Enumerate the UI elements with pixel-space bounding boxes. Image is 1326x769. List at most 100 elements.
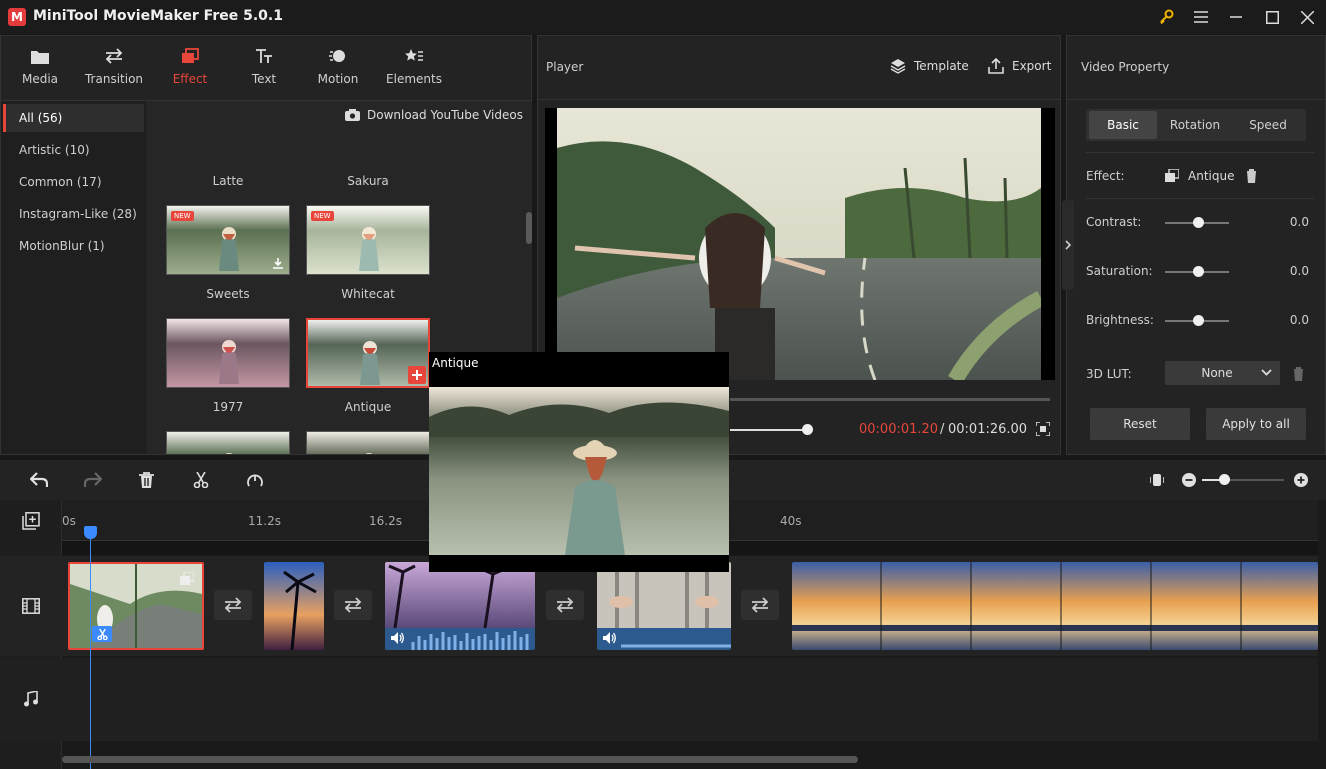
category-motionblur[interactable]: MotionBlur (1)	[3, 232, 144, 260]
minimize-icon[interactable]	[1221, 4, 1251, 30]
video-clip-with-audio[interactable]	[597, 562, 731, 650]
property-title: Video Property	[1081, 60, 1170, 74]
ruler-label: 11.2s	[248, 514, 281, 528]
add-effect-icon[interactable]	[408, 366, 426, 384]
contrast-knob[interactable]	[1193, 217, 1204, 228]
tab-effect[interactable]: Effect	[153, 44, 227, 96]
category-common[interactable]: Common (17)	[3, 168, 144, 196]
tab-rotation[interactable]: Rotation	[1159, 111, 1231, 139]
effect-value: Antique	[1188, 169, 1235, 183]
chevron-right-icon	[1065, 240, 1071, 250]
split-marker-icon[interactable]	[92, 626, 112, 642]
tab-speed[interactable]: Speed	[1233, 111, 1303, 139]
app-title: MiniTool MovieMaker Free 5.0.1	[33, 8, 283, 24]
effect-applied-icon	[180, 572, 194, 585]
audio-track	[0, 658, 1318, 741]
speed-gauge-icon[interactable]	[246, 472, 264, 488]
video-clip[interactable]	[68, 562, 204, 650]
effect-thumb-latte[interactable]: NEW	[166, 205, 290, 275]
lut-label: 3D LUT:	[1086, 367, 1132, 381]
delete-effect-icon[interactable]	[1245, 169, 1258, 183]
lut-select[interactable]: None	[1165, 361, 1280, 385]
add-track-icon[interactable]	[22, 512, 40, 530]
category-artistic[interactable]: Artistic (10)	[3, 136, 144, 164]
saturation-knob[interactable]	[1193, 266, 1204, 277]
category-instagram-like[interactable]: Instagram-Like (28)	[3, 200, 144, 228]
video-clip[interactable]	[264, 562, 324, 650]
video-clip[interactable]	[792, 562, 1318, 650]
trash-icon[interactable]	[139, 472, 154, 488]
contrast-label: Contrast:	[1086, 215, 1142, 229]
download-icon[interactable]	[273, 258, 283, 269]
redo-icon[interactable]	[84, 472, 102, 488]
effect-thumb-sakura[interactable]: NEW	[306, 205, 430, 275]
total-time: 00:01:26.00	[948, 422, 1028, 437]
volume-track[interactable]	[730, 429, 804, 431]
effects-scrollbar[interactable]	[526, 212, 532, 244]
effect-thumb-whitecat[interactable]	[306, 318, 430, 388]
transition-slot[interactable]	[214, 590, 252, 620]
brightness-value: 0.0	[1289, 313, 1309, 327]
tab-basic[interactable]: Basic	[1089, 111, 1157, 139]
delete-lut-icon[interactable]	[1292, 367, 1305, 381]
video-clip-with-audio[interactable]	[385, 562, 535, 650]
tab-transition[interactable]: Transition	[77, 44, 151, 96]
template-label: Template	[914, 59, 969, 73]
effect-layers-icon	[181, 44, 199, 68]
scissors-icon[interactable]	[193, 472, 209, 488]
fullscreen-icon[interactable]	[1036, 422, 1050, 436]
transition-arrows-icon	[556, 597, 574, 613]
playback-progress[interactable]	[730, 398, 1050, 401]
ruler-label: 40s	[780, 514, 802, 528]
maximize-icon[interactable]	[1257, 4, 1287, 30]
collapse-panel-handle[interactable]	[1062, 200, 1074, 290]
transition-arrows-icon	[751, 597, 769, 613]
motion-icon	[329, 44, 347, 68]
video-preview[interactable]	[545, 108, 1055, 380]
brightness-knob[interactable]	[1193, 315, 1204, 326]
transition-slot[interactable]	[546, 590, 584, 620]
volume-icon[interactable]	[391, 632, 404, 644]
effect-thumb-antique[interactable]	[306, 431, 430, 454]
effect-thumb-1977[interactable]	[166, 431, 290, 454]
zoom-knob[interactable]	[1219, 474, 1230, 485]
undo-icon[interactable]	[30, 472, 48, 488]
effect-thumb-sweets[interactable]	[166, 318, 290, 388]
transition-arrows-icon	[344, 597, 362, 613]
category-all[interactable]: All (56)	[3, 104, 144, 132]
zoom-in-icon[interactable]	[1294, 473, 1308, 487]
tab-motion[interactable]: Motion	[301, 44, 375, 96]
new-badge: NEW	[171, 211, 194, 221]
template-button[interactable]: Template	[890, 58, 969, 74]
player-divider	[538, 99, 1060, 100]
apply-to-all-button[interactable]: Apply to all	[1206, 408, 1306, 440]
volume-knob[interactable]	[802, 424, 813, 435]
playhead-handle[interactable]	[84, 526, 97, 539]
volume-icon[interactable]	[603, 632, 616, 644]
zoom-out-icon[interactable]	[1182, 473, 1196, 487]
tab-text[interactable]: Text	[227, 44, 301, 96]
reset-button[interactable]: Reset	[1090, 408, 1190, 440]
transition-slot[interactable]	[334, 590, 372, 620]
app-logo: M	[8, 8, 26, 26]
download-youtube-button[interactable]: Download YouTube Videos	[345, 108, 523, 122]
tab-motion-label: Motion	[317, 72, 359, 86]
chevron-down-icon	[1261, 369, 1272, 376]
time-separator: /	[940, 422, 945, 437]
tab-effect-label: Effect	[172, 72, 208, 86]
playhead[interactable]	[90, 528, 91, 769]
close-icon[interactable]	[1292, 4, 1322, 30]
export-button[interactable]: Export	[988, 58, 1051, 74]
key-icon[interactable]	[1151, 4, 1181, 30]
timeline-scrollbar[interactable]	[62, 756, 858, 763]
export-label: Export	[1012, 59, 1052, 73]
camera-icon	[345, 109, 360, 121]
menu-icon[interactable]	[1186, 4, 1216, 30]
tab-text-label: Text	[251, 72, 277, 86]
tab-media-label: Media	[21, 72, 59, 86]
snap-icon[interactable]	[1150, 472, 1164, 488]
transition-slot[interactable]	[741, 590, 779, 620]
tab-elements[interactable]: Elements	[377, 44, 451, 96]
tab-media[interactable]: Media	[3, 44, 77, 96]
video-property-panel: Video Property Basic Rotation Speed Effe…	[1066, 35, 1326, 455]
